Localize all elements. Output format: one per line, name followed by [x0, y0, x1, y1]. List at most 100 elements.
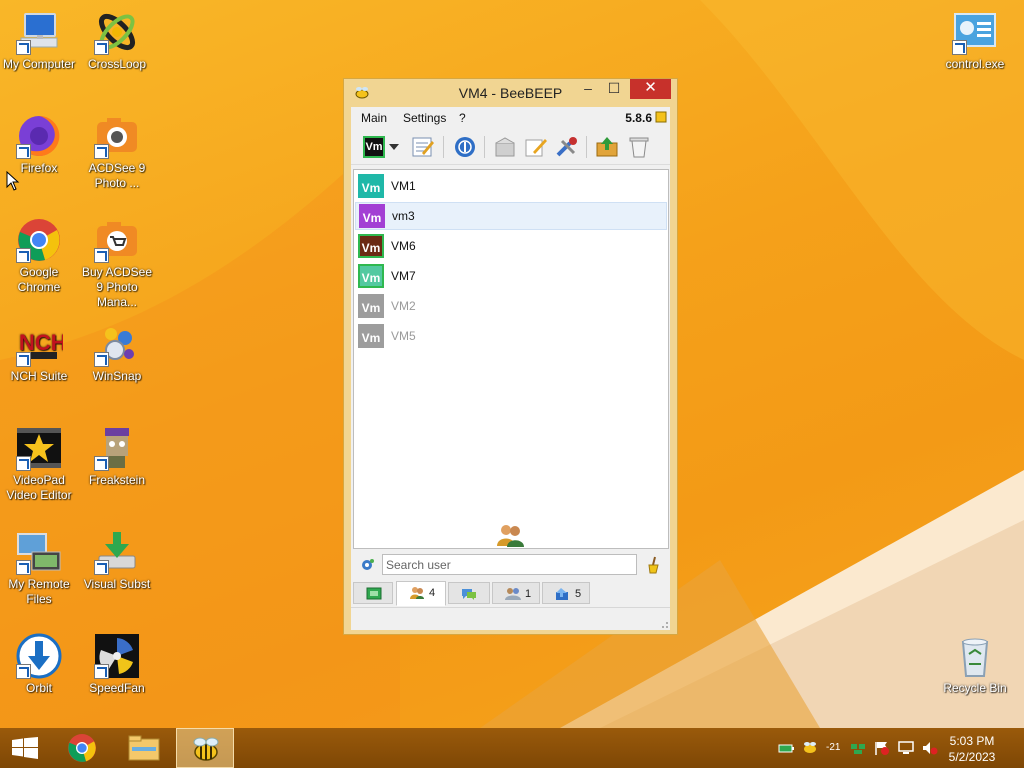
- tools-icon: [556, 137, 577, 157]
- desktop-icon-label: My Computer: [2, 57, 76, 71]
- groups-tab-count: 1: [525, 588, 532, 600]
- clock-time: 5:03 PM: [949, 734, 995, 748]
- user-avatar: Vm: [358, 264, 384, 288]
- desktop-icon-label: CrossLoop: [87, 57, 147, 71]
- edit-profile-icon: [412, 137, 434, 157]
- taskbar-beebeep[interactable]: [176, 728, 234, 768]
- acdsee-icon: [93, 112, 141, 160]
- menu-main[interactable]: Main: [361, 111, 387, 125]
- share-folder-icon: [596, 137, 618, 157]
- folder-icon: [128, 735, 160, 761]
- send-file-button[interactable]: [492, 135, 518, 159]
- window-client-area: Main Settings ? 5.8.6 Vm Vm VM1 Vm vm3 V…: [351, 107, 670, 630]
- computer-tray-icon[interactable]: [898, 741, 914, 755]
- menu-help[interactable]: ?: [459, 111, 466, 125]
- taskbar-chrome[interactable]: [56, 728, 114, 768]
- user-row-vm5[interactable]: Vm VM5: [355, 322, 667, 350]
- desktop-icon-google-chrome[interactable]: Google Chrome: [0, 216, 78, 295]
- desktop-icon-control-exe[interactable]: control.exe: [936, 8, 1014, 72]
- users-tab-count: 4: [429, 587, 436, 599]
- toolbar-separator: [484, 136, 485, 158]
- user-avatar: Vm: [358, 234, 384, 258]
- minimize-button[interactable]: –: [575, 79, 601, 99]
- edit-profile-button[interactable]: [410, 135, 436, 159]
- status-selector-button[interactable]: Vm: [361, 135, 403, 159]
- shares-tab-count: 5: [575, 588, 582, 600]
- desktop-icon-crossloop[interactable]: CrossLoop: [78, 8, 156, 72]
- network-icon: [455, 137, 475, 157]
- groups-tab-icon: [505, 588, 521, 600]
- write-message-button[interactable]: [523, 135, 549, 159]
- desktop-icon-label: VideoPad Video Editor: [6, 473, 72, 502]
- maximize-button[interactable]: ☐: [601, 79, 627, 99]
- flag-tray-icon[interactable]: [874, 741, 890, 755]
- user-row-vm6[interactable]: Vm VM6: [355, 232, 667, 260]
- desktop-icon-recycle-bin[interactable]: Recycle Bin: [936, 632, 1014, 696]
- start-button[interactable]: [0, 728, 58, 768]
- winsnap-icon: [93, 320, 141, 368]
- user-avatar: Vm: [358, 324, 384, 348]
- volume-muted-tray-icon[interactable]: [922, 741, 938, 755]
- desktop-icon-my-computer[interactable]: My Computer: [0, 8, 78, 72]
- desktop-icon-label: ACDSee 9 Photo ...: [88, 161, 146, 190]
- menu-bar: Main Settings ? 5.8.6: [351, 107, 670, 129]
- tray-temperature[interactable]: -21: [826, 742, 840, 753]
- user-row-vm7[interactable]: Vm VM7: [355, 262, 667, 290]
- user-row-vm3[interactable]: Vm vm3: [355, 202, 667, 230]
- recycle-bin-icon: [951, 632, 999, 680]
- desktop-icon-label: Recycle Bin: [943, 681, 1007, 695]
- desktop-icon-videopad[interactable]: VideoPad Video Editor: [0, 424, 78, 503]
- clock-date: 5/2/2023: [948, 750, 996, 764]
- share-folder-button[interactable]: [594, 135, 620, 159]
- desktop-icon-label: NCH Suite: [10, 369, 68, 383]
- send-file-icon: [495, 137, 515, 157]
- tab-users[interactable]: 4: [396, 581, 446, 606]
- tab-home[interactable]: [353, 582, 393, 604]
- desktop-icon-label: WinSnap: [92, 369, 142, 383]
- desktop-icon-winsnap[interactable]: WinSnap: [78, 320, 156, 384]
- desktop-icon-nch-suite[interactable]: NCH NCH Suite: [0, 320, 78, 384]
- write-message-icon: [525, 139, 547, 157]
- user-row-vm2[interactable]: Vm VM2: [355, 292, 667, 320]
- search-options-icon[interactable]: [359, 557, 375, 573]
- close-button[interactable]: ✕: [630, 79, 671, 99]
- user-name: VM2: [391, 299, 416, 313]
- tab-chats[interactable]: [448, 582, 490, 604]
- clear-search-icon[interactable]: [646, 556, 662, 574]
- beebeep-window[interactable]: VM4 - BeeBEEP – ☐ ✕ Main Settings ? 5.8.…: [343, 78, 678, 635]
- desktop-icon-acdsee[interactable]: ACDSee 9 Photo ...: [78, 112, 156, 191]
- tab-groups[interactable]: 1: [492, 582, 540, 604]
- desktop-icon-speedfan[interactable]: SpeedFan: [78, 632, 156, 696]
- resize-grip-icon[interactable]: [659, 619, 669, 629]
- desktop-icon-label: Orbit: [25, 681, 52, 695]
- user-list[interactable]: Vm VM1 Vm vm3 Vm VM6 Vm VM7 Vm VM2 Vm VM…: [353, 169, 669, 549]
- user-row-vm1[interactable]: Vm VM1: [355, 172, 667, 200]
- taskbar-file-explorer[interactable]: [116, 728, 174, 768]
- desktop-icon-label: Google Chrome: [17, 265, 61, 294]
- network-tray-icon[interactable]: [850, 741, 866, 755]
- bee-tray-icon[interactable]: [802, 741, 818, 755]
- bee-icon: [655, 111, 667, 123]
- speedfan-icon: [93, 632, 141, 680]
- search-user-input[interactable]: [382, 554, 637, 575]
- taskbar-clock[interactable]: 5:03 PM 5/2/2023: [942, 733, 1002, 765]
- menu-settings[interactable]: Settings: [403, 111, 446, 125]
- desktop-icon-my-remote-files[interactable]: My Remote Files: [0, 528, 78, 607]
- desktop-icon-buy-acdsee[interactable]: Buy ACDSee 9 Photo Mana...: [78, 216, 156, 310]
- desktop-icon-visual-subst[interactable]: Visual Subst: [78, 528, 156, 592]
- tools-button[interactable]: [554, 135, 580, 159]
- battery-tray-icon[interactable]: [778, 741, 794, 755]
- window-titlebar[interactable]: VM4 - BeeBEEP – ☐ ✕: [344, 79, 677, 107]
- desktop-icon-label: Visual Subst: [83, 577, 151, 591]
- desktop-icon-freakstein[interactable]: Freakstein: [78, 424, 156, 488]
- shares-tab-icon: [556, 588, 568, 600]
- tab-shares[interactable]: 5: [542, 582, 590, 604]
- desktop-icon-orbit[interactable]: Orbit: [0, 632, 78, 696]
- user-name: VM5: [391, 329, 416, 343]
- user-avatar: Vm: [359, 204, 385, 228]
- clear-button[interactable]: [626, 135, 652, 159]
- desktop-icon-firefox[interactable]: Firefox: [0, 112, 78, 176]
- chrome-icon: [68, 734, 96, 762]
- network-button[interactable]: [452, 135, 478, 159]
- version-label: 5.8.6: [625, 111, 652, 125]
